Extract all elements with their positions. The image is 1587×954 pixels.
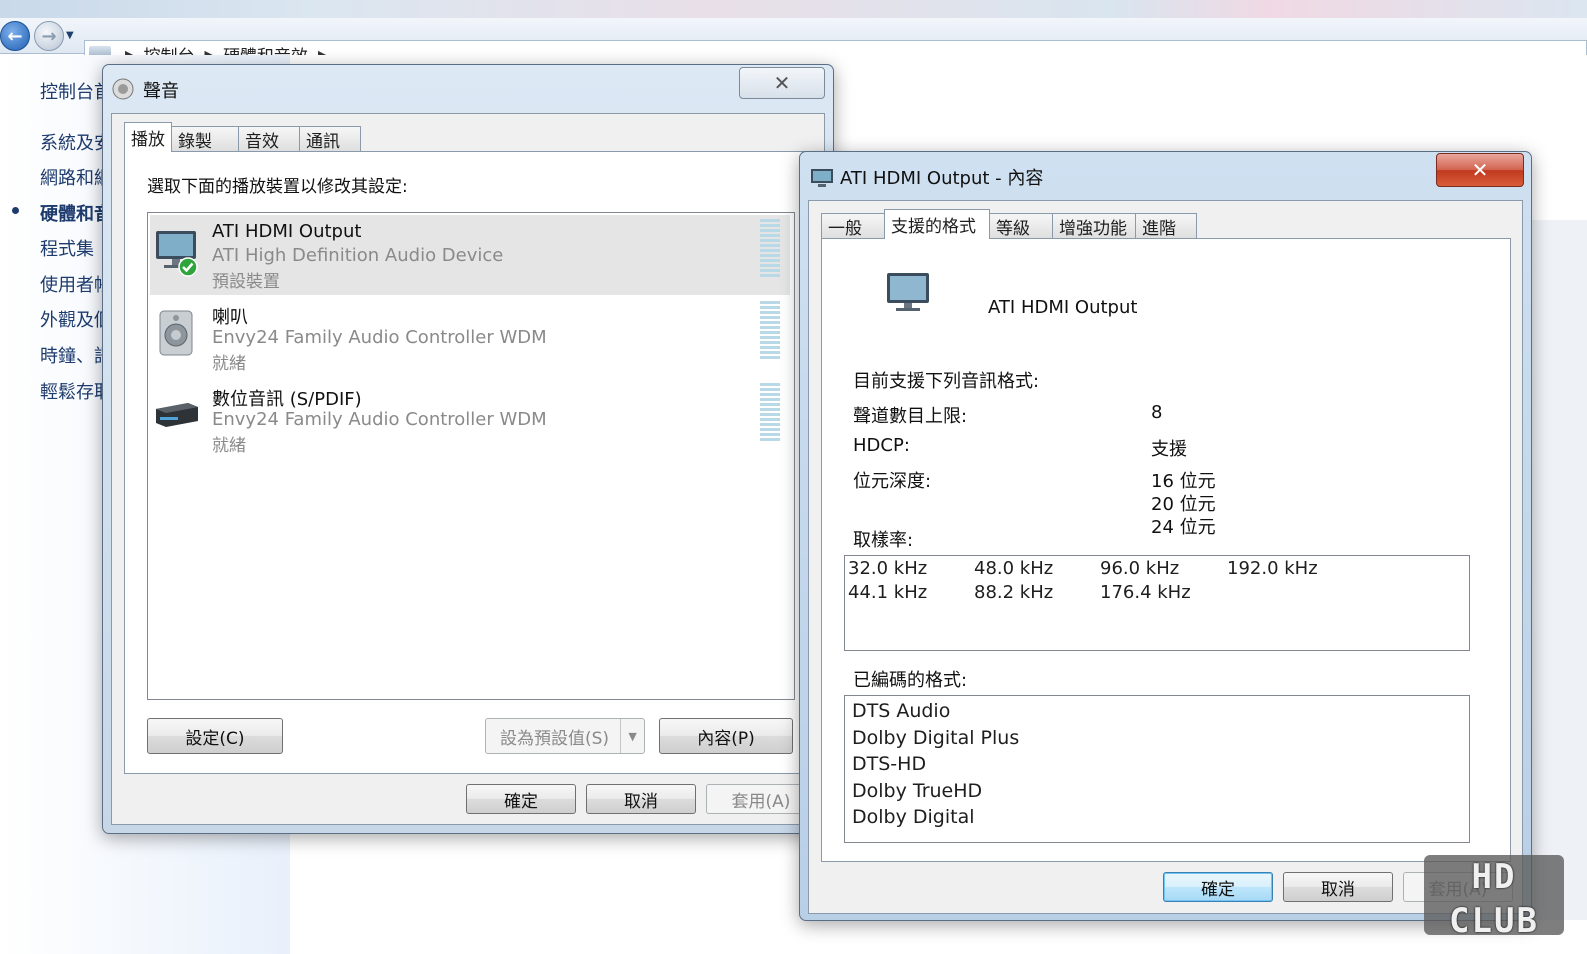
max-channels-value: 8 — [1151, 402, 1163, 423]
device-row-speakers[interactable]: 喇叭 Envy24 Family Audio Controller WDM 就緒 — [150, 297, 790, 377]
watermark-logo: HD CLUB — [1449, 857, 1539, 941]
sample-rate-item: 88.2 kHz — [974, 582, 1054, 603]
cancel-button[interactable]: 取消 — [1283, 872, 1393, 902]
tab-enhancements[interactable]: 增強功能 — [1052, 213, 1136, 239]
sidebar-link-programs[interactable]: 程式集 — [40, 235, 94, 261]
sample-rate-item: 176.4 kHz — [1100, 582, 1191, 603]
back-button[interactable]: ← — [0, 21, 30, 51]
content-pane-edge — [1530, 220, 1587, 920]
device-name: 數位音訊 (S/PDIF) — [212, 389, 362, 410]
properties-dialog-client: 一般 支援的格式 等級 增強功能 進階 ATI HDMI Output 目前支援… — [808, 200, 1523, 914]
tab-communications[interactable]: 通訊 — [299, 126, 361, 152]
encoded-format-item: DTS Audio — [852, 700, 951, 722]
encoded-formats-list[interactable]: DTS Audio Dolby Digital Plus DTS-HD Dolb… — [844, 695, 1470, 843]
close-icon: ✕ — [773, 71, 791, 95]
properties-tab-bar: 一般 支援的格式 等級 增強功能 進階 — [821, 209, 1197, 239]
sample-rate-label: 取樣率: — [853, 530, 914, 551]
device-name: ATI HDMI Output — [212, 221, 362, 242]
configure-button[interactable]: 設定(C) — [147, 718, 283, 754]
monitor-icon — [887, 273, 929, 311]
bit-depth-value: 24 位元 — [1151, 517, 1216, 538]
tab-levels[interactable]: 等級 — [989, 213, 1053, 239]
sample-rate-item: 44.1 kHz — [848, 582, 928, 603]
properties-dialog: ATI HDMI Output - 內容 ✕ 一般 支援的格式 等級 增強功能 … — [799, 151, 1532, 921]
sample-rate-item: 96.0 kHz — [1100, 558, 1180, 579]
speaker-title-icon — [112, 78, 134, 100]
tab-advanced[interactable]: 進階 — [1135, 213, 1197, 239]
tab-recording[interactable]: 錄製 — [171, 126, 239, 152]
device-status: 就緒 — [212, 436, 246, 456]
monitor-title-icon — [811, 169, 833, 187]
playback-device-list[interactable]: ATI HDMI Output ATI High Definition Audi… — [147, 212, 795, 700]
volume-level-meter — [760, 219, 780, 279]
device-status: 預設裝置 — [212, 272, 280, 292]
sound-dialog-title: 聲音 — [143, 81, 179, 102]
speaker-icon — [159, 310, 193, 356]
device-driver: Envy24 Family Audio Controller WDM — [212, 409, 547, 430]
watermark-url: www.HD.Club.tw — [1445, 943, 1543, 954]
sample-rate-list[interactable]: 32.0 kHz 48.0 kHz 96.0 kHz 192.0 kHz 44.… — [844, 555, 1470, 651]
forward-arrow-icon: → — [41, 25, 57, 47]
close-button[interactable]: ✕ — [1436, 153, 1524, 187]
ok-button[interactable]: 確定 — [1163, 872, 1273, 902]
ok-button[interactable]: 確定 — [466, 784, 576, 814]
device-status: 就緒 — [212, 354, 246, 374]
set-default-split-button[interactable]: 設為預設值(S) ▼ — [485, 718, 645, 754]
bit-depth-label: 位元深度: — [853, 471, 932, 492]
close-button[interactable]: ✕ — [739, 67, 825, 99]
sample-rate-item: 48.0 kHz — [974, 558, 1054, 579]
tab-playback[interactable]: 播放 — [124, 122, 172, 152]
formats-heading: 目前支援下列音訊格式: — [853, 371, 1040, 392]
forward-button[interactable]: → — [34, 21, 64, 51]
hdcp-label: HDCP: — [853, 435, 910, 456]
properties-dialog-title: ATI HDMI Output - 內容 — [840, 168, 1044, 189]
device-name: 喇叭 — [212, 307, 248, 328]
device-driver: ATI High Definition Audio Device — [212, 245, 504, 266]
encoded-format-item: Dolby Digital — [852, 806, 975, 828]
tab-supported-formats[interactable]: 支援的格式 — [884, 209, 990, 239]
volume-level-meter — [760, 383, 780, 443]
site-watermark: HD CLUB www.HD.Club.tw — [1424, 855, 1564, 954]
monitor-icon — [156, 231, 198, 277]
close-icon: ✕ — [1471, 158, 1489, 182]
tab-sounds[interactable]: 音效 — [238, 126, 300, 152]
properties-button[interactable]: 內容(P) — [659, 718, 793, 754]
cancel-button[interactable]: 取消 — [586, 784, 696, 814]
sound-dialog: 聲音 ✕ 播放 錄製 音效 通訊 選取下面的播放裝置以修改其設定: ATI HD… — [102, 64, 834, 834]
encoded-format-item: Dolby Digital Plus — [852, 726, 1020, 749]
encoded-format-item: DTS-HD — [852, 753, 927, 775]
set-default-button-label: 設為預設值(S) — [500, 728, 610, 749]
device-row-ati-hdmi[interactable]: ATI HDMI Output ATI High Definition Audi… — [150, 215, 790, 295]
sound-dialog-client: 播放 錄製 音效 通訊 選取下面的播放裝置以修改其設定: ATI HDMI Ou… — [111, 113, 825, 825]
device-name-label: ATI HDMI Output — [988, 297, 1138, 318]
playback-tab-page: 選取下面的播放裝置以修改其設定: ATI HDMI Output ATI Hig… — [124, 151, 820, 774]
sound-tab-bar: 播放 錄製 音效 通訊 — [124, 122, 361, 152]
sample-rate-item: 192.0 kHz — [1227, 558, 1318, 579]
volume-level-meter — [760, 301, 780, 361]
tab-general[interactable]: 一般 — [821, 213, 885, 239]
device-row-spdif[interactable]: 數位音訊 (S/PDIF) Envy24 Family Audio Contro… — [150, 379, 790, 459]
playback-instruction: 選取下面的播放裝置以修改其設定: — [147, 177, 408, 197]
sample-rate-item: 32.0 kHz — [848, 558, 928, 579]
hdcp-value: 支援 — [1151, 439, 1187, 460]
spdif-receiver-icon — [156, 403, 198, 427]
set-default-dropdown-icon[interactable]: ▼ — [620, 719, 644, 753]
current-section-bullet-icon — [12, 207, 19, 214]
device-driver: Envy24 Family Audio Controller WDM — [212, 327, 547, 348]
back-arrow-icon: ← — [7, 25, 23, 47]
max-channels-label: 聲道數目上限: — [853, 406, 968, 427]
desktop-background-strip — [0, 0, 1587, 18]
encoded-formats-label: 已編碼的格式: — [853, 670, 968, 691]
address-bar: ← → ▼ ▶ 控制台 ▶ 硬體和音效 ▶ — [0, 18, 1587, 68]
encoded-format-item: Dolby TrueHD — [852, 779, 983, 802]
supported-formats-tab-page: ATI HDMI Output 目前支援下列音訊格式: 聲道數目上限: 8 HD… — [821, 238, 1511, 862]
history-dropdown-icon[interactable]: ▼ — [66, 30, 74, 41]
